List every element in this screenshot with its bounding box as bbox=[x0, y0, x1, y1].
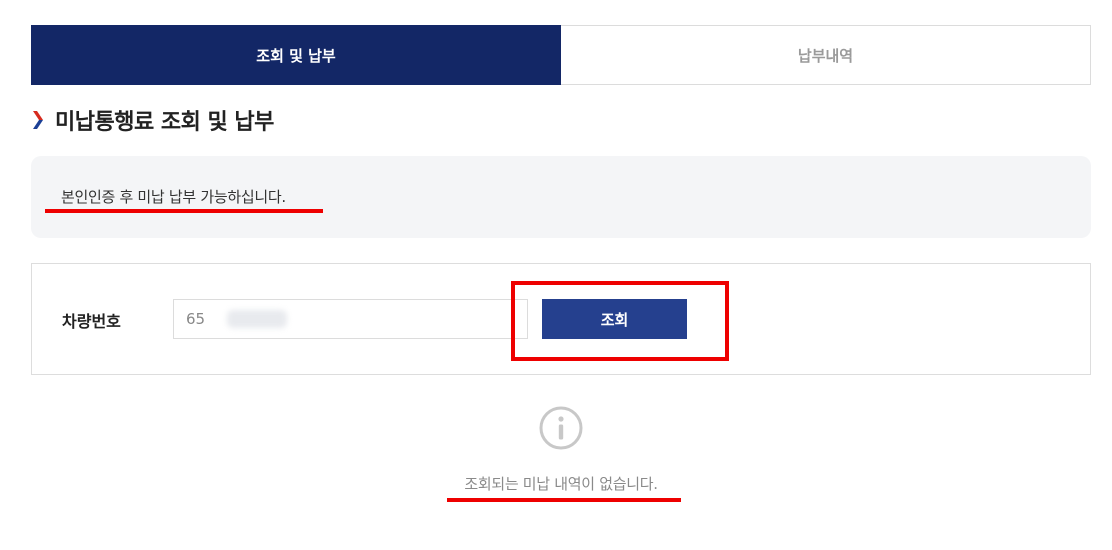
page-title: 미납통행료 조회 및 납부 bbox=[55, 110, 274, 135]
info-icon bbox=[538, 405, 584, 451]
section-header: 미납통행료 조회 및 납부 bbox=[31, 104, 274, 136]
vehicle-number-label: 차량번호 bbox=[62, 312, 121, 331]
empty-message: 조회되는 미납 내역이 없습니다. bbox=[464, 475, 658, 493]
notice-text: 본인인증 후 미납 납부 가능하십니다. bbox=[61, 188, 286, 206]
annotation-underline-notice bbox=[45, 209, 323, 213]
chevron-right-icon bbox=[31, 108, 49, 132]
redacted-mask bbox=[227, 310, 287, 328]
annotation-box-search-button bbox=[511, 281, 729, 361]
annotation-underline-empty bbox=[447, 498, 681, 502]
tab-payment-history[interactable]: 납부내역 bbox=[561, 25, 1091, 85]
notice-box: 본인인증 후 미납 납부 가능하십니다. bbox=[31, 156, 1091, 238]
tab-bar: 조회 및 납부 납부내역 bbox=[31, 25, 1091, 85]
tab-inquiry-payment[interactable]: 조회 및 납부 bbox=[31, 25, 561, 85]
